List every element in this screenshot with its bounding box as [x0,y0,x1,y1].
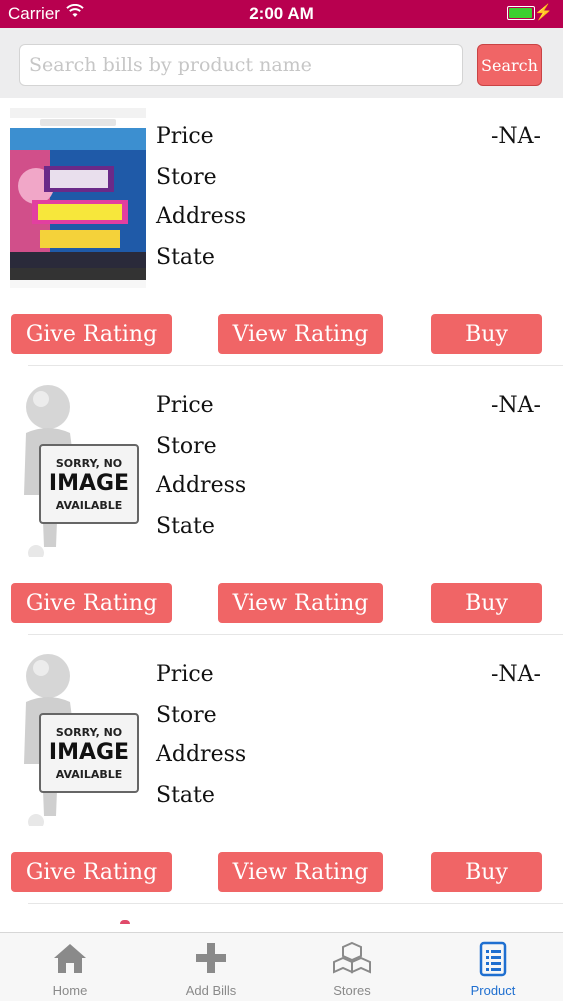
tab-add-bills-label: Add Bills [185,983,237,998]
state-label: State [156,245,215,270]
divider [28,634,563,635]
buy-button[interactable]: Buy [431,583,542,623]
store-label: Store [156,165,217,190]
no-image-text-3: AVAILABLE [55,768,123,781]
price-label: Price [156,393,214,418]
clock: 2:00 AM [249,4,314,23]
give-rating-button[interactable]: Give Rating [11,314,172,354]
battery-icon [507,6,535,20]
price-label: Price [156,124,214,149]
no-image-text-2: IMAGE [48,740,130,765]
view-rating-button[interactable]: View Rating [218,314,383,354]
address-label: Address [156,204,247,229]
no-image-text-1: SORRY, NO [55,457,123,470]
plus-icon [193,941,229,980]
boxes-icon [333,941,371,980]
product-image [10,108,146,288]
charging-icon: ⚡ [534,4,553,21]
divider [28,903,563,904]
status-bar: Carrier 2:00 AM ⚡ [0,0,563,28]
product-image: SORRY, NO IMAGE AVAILABLE [10,646,146,826]
home-icon [52,941,88,980]
address-label: Address [156,473,247,498]
price-label: Price [156,662,214,687]
tab-home-label: Home [52,983,88,998]
store-label: Store [156,434,217,459]
tab-add-bills[interactable]: Add Bills [141,933,281,1001]
state-label: State [156,783,215,808]
tab-product[interactable]: Product [423,933,563,1001]
divider [28,365,563,366]
search-button[interactable]: Search [477,44,542,86]
tab-home[interactable]: Home [0,933,140,1001]
price-value: -NA- [490,124,541,149]
state-label: State [156,514,215,539]
give-rating-button[interactable]: Give Rating [11,852,172,892]
product-card: SORRY, NO IMAGE AVAILABLE Price -NA- Sto… [0,636,563,904]
buy-button[interactable]: Buy [431,852,542,892]
give-rating-button[interactable]: Give Rating [11,583,172,623]
no-image-text-2: IMAGE [48,471,130,496]
price-value: -NA- [490,662,541,687]
search-area: Search [0,28,563,98]
store-label: Store [156,703,217,728]
no-image-text-3: AVAILABLE [55,499,123,512]
search-input[interactable] [19,44,463,86]
tab-stores-label: Stores [333,983,371,998]
product-card: SORRY, NO IMAGE AVAILABLE Price -NA- Sto… [0,367,563,635]
product-card: Price -NA- Store Address State Give Rati… [0,98,563,366]
tab-product-label: Product [470,983,516,998]
product-image: SORRY, NO IMAGE AVAILABLE [10,377,146,557]
next-card-peek [120,920,130,924]
address-label: Address [156,742,247,767]
buy-button[interactable]: Buy [431,314,542,354]
price-value: -NA- [490,393,541,418]
list-document-icon [478,941,508,982]
no-image-text-1: SORRY, NO [55,726,123,739]
view-rating-button[interactable]: View Rating [218,583,383,623]
tab-bar: Home Add Bills Stores Product [0,932,563,1001]
tab-stores[interactable]: Stores [282,933,422,1001]
view-rating-button[interactable]: View Rating [218,852,383,892]
